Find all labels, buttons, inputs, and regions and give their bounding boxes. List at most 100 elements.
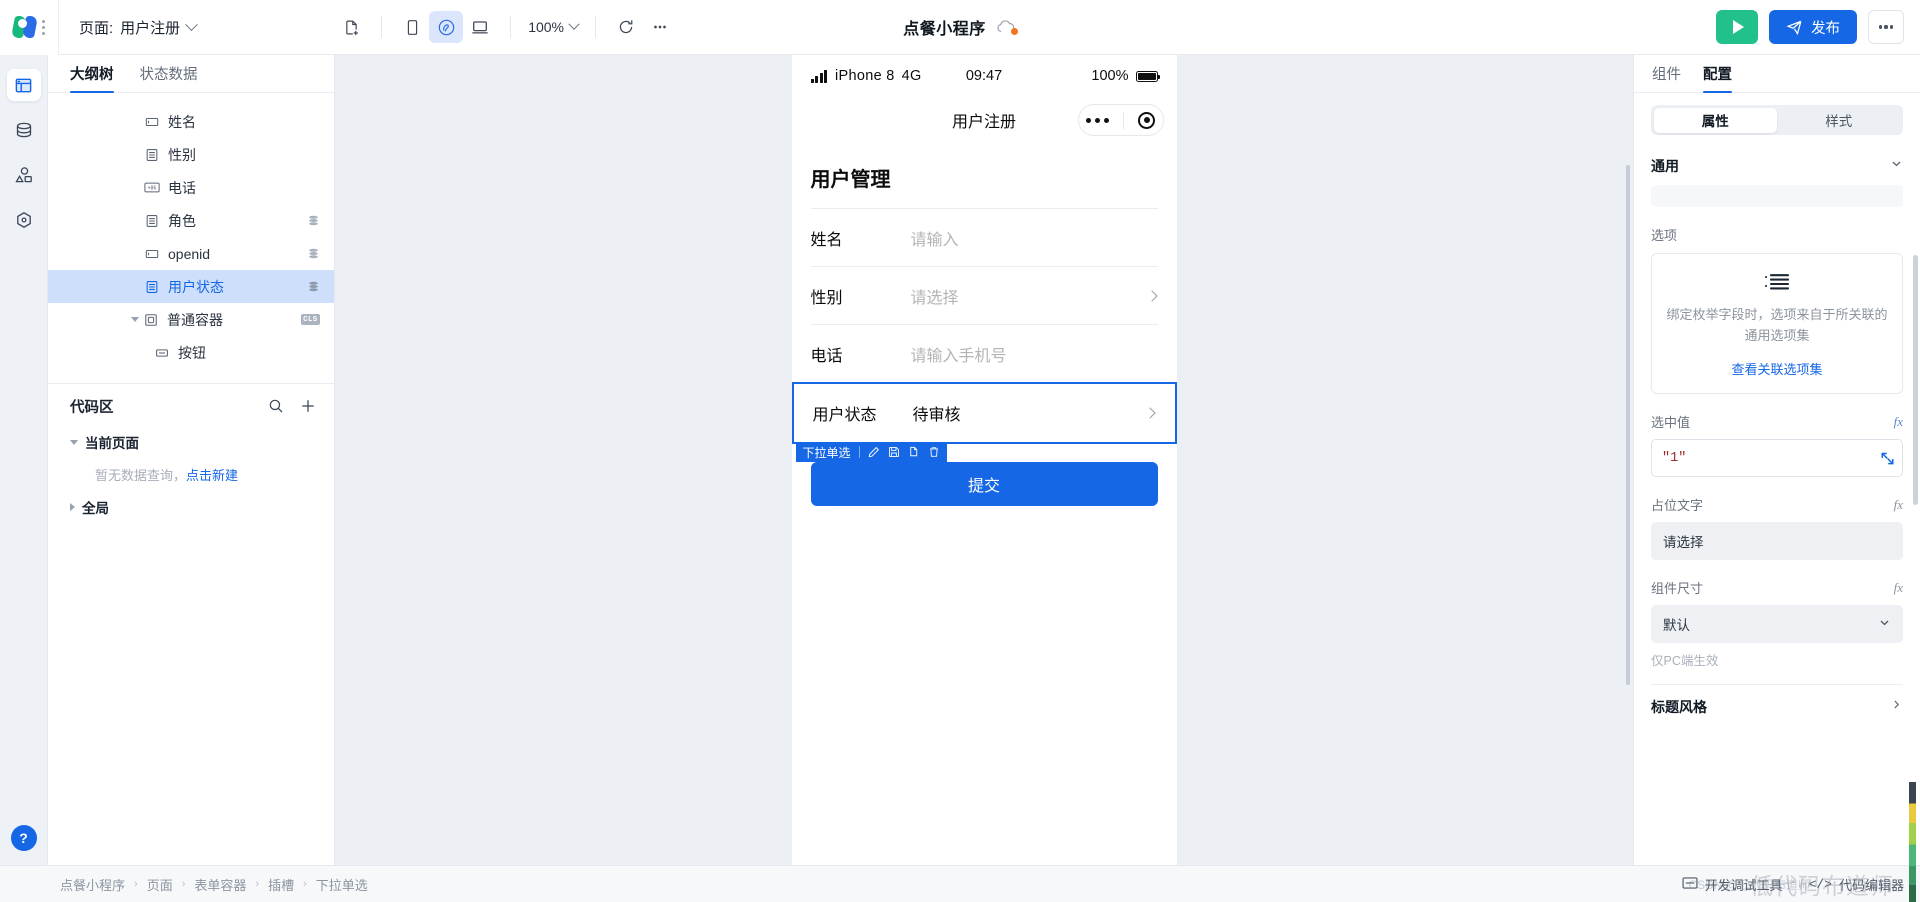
fx-icon[interactable]: fx — [1894, 497, 1903, 513]
page-selector[interactable]: 页面: 用户注册 — [79, 17, 199, 38]
canvas-scrollbar[interactable] — [1626, 165, 1630, 685]
breadcrumb-item[interactable]: 表单容器 — [194, 875, 246, 894]
view-option-set-link[interactable]: 查看关联选项集 — [1666, 359, 1888, 378]
breadcrumb-item[interactable]: 页面 — [147, 875, 173, 894]
caret-down-icon[interactable] — [128, 317, 142, 322]
device-mobile-icon[interactable] — [395, 11, 429, 43]
target-icon[interactable] — [1138, 111, 1156, 129]
tab-state-data[interactable]: 状态数据 — [140, 63, 198, 92]
plugin-icon — [16, 212, 31, 228]
select-field-icon — [143, 148, 161, 162]
form-label: 姓名 — [810, 231, 843, 249]
form-row-user-status[interactable]: 用户状态 待审核 下拉单选 — [791, 382, 1177, 462]
device-desktop-icon[interactable] — [463, 11, 497, 43]
component-size-select[interactable]: 默认 — [1651, 605, 1903, 644]
breadcrumb-item-current[interactable]: 下拉单选 — [316, 875, 368, 894]
list-icon — [1666, 271, 1888, 293]
tree-row[interactable]: +86 电话 — [48, 171, 334, 204]
property-style-segment: 属性 样式 — [1651, 105, 1903, 135]
segment-properties[interactable]: 属性 — [1653, 107, 1777, 133]
top-more-button[interactable] — [1868, 10, 1904, 44]
save-icon[interactable] — [888, 446, 900, 458]
form-value[interactable]: 待审核 — [913, 401, 1146, 425]
more-tools-icon[interactable] — [643, 11, 677, 43]
tree-row-container[interactable]: 普通容器 CLS — [48, 303, 334, 336]
tree-row[interactable]: 姓名 — [48, 105, 334, 138]
tree-row[interactable]: 性别 — [48, 138, 334, 171]
create-new-link[interactable]: 点击新建 — [186, 468, 238, 483]
publish-label: 发布 — [1811, 20, 1840, 37]
empty-text: 暂无数据查询， — [95, 468, 187, 483]
expand-icon[interactable] — [1880, 451, 1895, 471]
run-button[interactable] — [1716, 10, 1758, 44]
devtools-button[interactable]: 开发调试工具 — [1682, 875, 1783, 894]
copy-icon[interactable] — [908, 446, 920, 458]
rail-item-plugin[interactable] — [7, 204, 41, 236]
breadcrumb-item[interactable]: 点餐小程序 — [60, 875, 125, 894]
tab-outline-tree[interactable]: 大纲树 — [70, 63, 114, 93]
form-label: 用户状态 — [812, 407, 877, 424]
rail-item-shapes[interactable] — [7, 159, 41, 191]
tab-config[interactable]: 配置 — [1703, 63, 1732, 93]
zoom-value: 100% — [528, 19, 564, 35]
wechat-capsule[interactable] — [1077, 104, 1164, 136]
selected-value-input[interactable]: "1" — [1651, 439, 1903, 478]
form-row-name[interactable]: 姓名 请输入 — [810, 208, 1158, 266]
breadcrumb-item[interactable]: 插槽 — [268, 875, 294, 894]
form-value[interactable]: 请输入 — [911, 226, 1158, 250]
right-panel-scrollbar[interactable] — [1913, 255, 1918, 505]
top-bar-actions: 发布 — [1716, 10, 1920, 44]
phone-heading: 用户管理 — [810, 169, 891, 191]
publish-button[interactable]: 发布 — [1769, 10, 1857, 44]
edit-icon[interactable] — [868, 446, 880, 458]
tree-row[interactable]: openid — [48, 237, 334, 270]
segment-styles[interactable]: 样式 — [1777, 108, 1901, 133]
rail-item-layout[interactable] — [6, 69, 41, 101]
code-group-current-page-toggle[interactable]: 当前页面 — [70, 428, 334, 456]
title-style-section[interactable]: 标题风格 — [1651, 684, 1903, 728]
device-miniprogram-icon[interactable] — [429, 11, 464, 43]
form-row-phone[interactable]: 电话 请输入手机号 — [810, 324, 1158, 382]
chevron-right-icon: › — [181, 878, 186, 890]
help-button[interactable]: ? — [10, 825, 37, 851]
ellipsis-icon[interactable] — [1085, 117, 1109, 123]
battery-icon — [1135, 70, 1160, 82]
code-editor-button[interactable]: </> 代码编辑器 — [1809, 875, 1904, 894]
top-bar-tools: 100% — [334, 11, 677, 43]
chevron-right-icon — [1890, 698, 1903, 716]
tree-row-button[interactable]: 按钮 — [48, 336, 334, 369]
plus-icon[interactable] — [300, 398, 316, 414]
divider — [595, 16, 596, 38]
placeholder-input[interactable]: 请选择 — [1651, 522, 1903, 561]
zoom-selector[interactable]: 100% — [524, 18, 582, 35]
component-tree: 姓名 性别 +86 电话 角色 openid 用户状态 普通容器 CLS 按钮 — [48, 93, 334, 377]
form-value[interactable]: 请输入手机号 — [911, 342, 1158, 366]
form-row-gender[interactable]: 性别 请选择 — [810, 266, 1158, 324]
right-panel-segment-wrap: 属性 样式 — [1634, 93, 1920, 135]
placeholder-label: 占位文字 — [1651, 498, 1704, 514]
icon-rail: ? — [0, 55, 48, 865]
fx-icon[interactable]: fx — [1894, 580, 1903, 596]
delete-icon[interactable] — [928, 446, 940, 458]
group-general-header[interactable]: 通用 — [1651, 149, 1903, 183]
logo-menu-icon[interactable] — [42, 19, 45, 35]
tree-row-user-status[interactable]: 用户状态 — [48, 270, 334, 303]
submit-button[interactable]: 提交 — [810, 462, 1158, 506]
svg-text:+86: +86 — [148, 185, 157, 191]
tree-item-label: 电话 — [168, 179, 196, 196]
code-group-global-toggle[interactable]: 全局 — [70, 493, 334, 521]
tree-item-label: openid — [168, 245, 211, 262]
code-section-header: 代码区 — [48, 384, 334, 428]
new-page-icon[interactable] — [334, 11, 368, 43]
tab-components[interactable]: 组件 — [1652, 63, 1681, 92]
caret-right-icon — [70, 503, 75, 511]
search-icon[interactable] — [268, 398, 284, 414]
devtools-label: 开发调试工具 — [1704, 877, 1783, 893]
refresh-icon[interactable] — [609, 11, 643, 43]
rail-item-database[interactable] — [7, 114, 41, 146]
form-value[interactable]: 请选择 — [911, 284, 1148, 308]
fx-icon[interactable]: fx — [1894, 414, 1903, 430]
app-title: 点餐小程序 — [903, 21, 986, 38]
tree-row[interactable]: 角色 — [48, 204, 334, 237]
app-logo-zone[interactable] — [0, 0, 59, 55]
